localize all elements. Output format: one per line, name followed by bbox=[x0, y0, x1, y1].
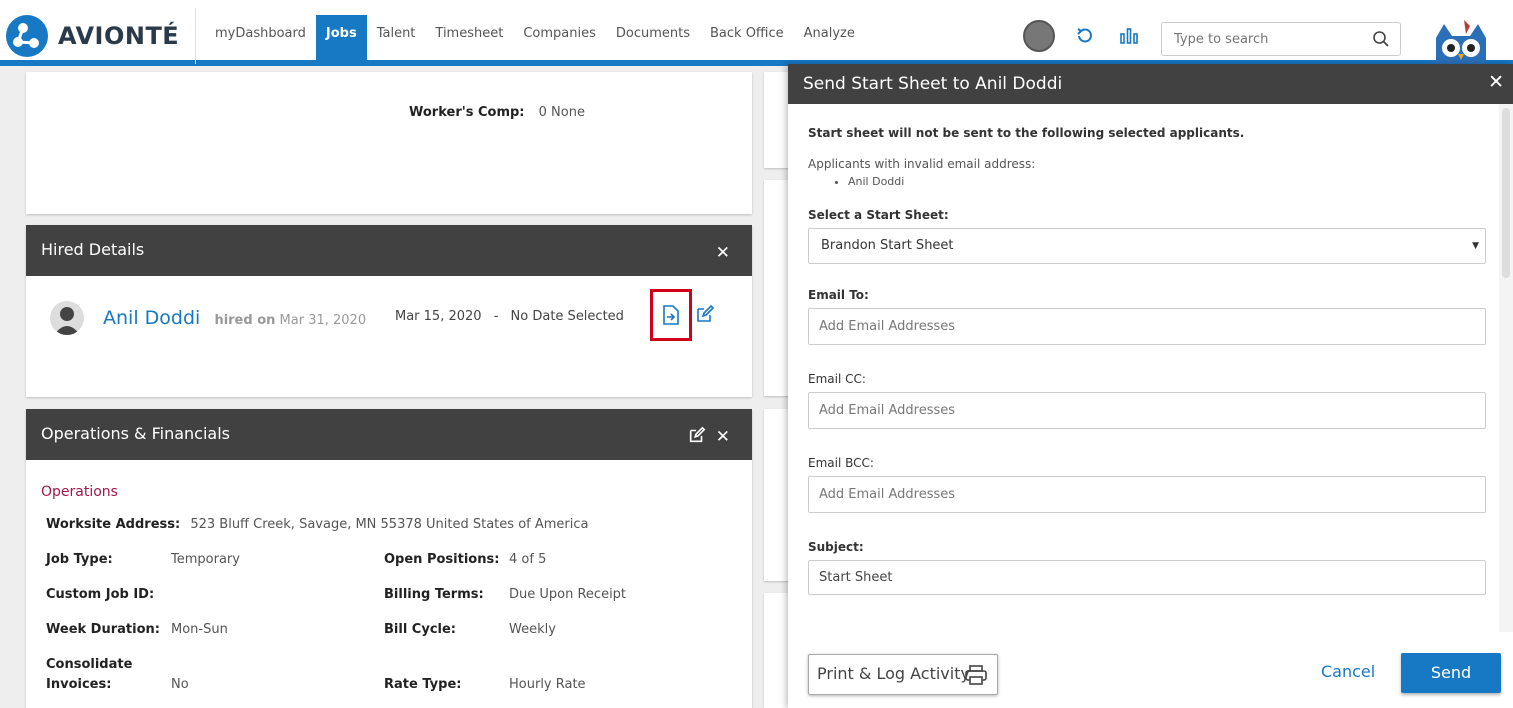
worksite-label: Worksite Address: bbox=[46, 517, 181, 532]
user-avatar[interactable] bbox=[1023, 20, 1055, 52]
email-cc-field[interactable]: Add Email Addresses bbox=[808, 392, 1486, 429]
close-icon[interactable]: ✕ bbox=[716, 243, 730, 263]
nav-item-back-office[interactable]: Back Office bbox=[700, 15, 794, 61]
email-bcc-field[interactable]: Add Email Addresses bbox=[808, 476, 1486, 513]
email-bcc-label: Email BCC: bbox=[808, 456, 874, 470]
consolidate-label-line1: Consolidate bbox=[46, 657, 133, 672]
print-button-label: Print & Log Activity bbox=[817, 664, 970, 683]
nav-item-mydashboard[interactable]: myDashboard bbox=[205, 15, 316, 61]
close-icon[interactable]: ✕ bbox=[1488, 71, 1504, 93]
subject-field[interactable]: Start Sheet bbox=[808, 560, 1486, 595]
search-input[interactable] bbox=[1162, 23, 1362, 55]
owl-mascot-icon[interactable] bbox=[1430, 18, 1492, 66]
main-nav: myDashboard Jobs Talent Timesheet Compan… bbox=[205, 15, 865, 61]
invalid-email-label: Applicants with invalid email address: bbox=[808, 157, 1036, 171]
bill-cycle-value: Weekly bbox=[509, 622, 556, 637]
rate-type-value: Hourly Rate bbox=[509, 677, 586, 692]
printer-icon bbox=[965, 665, 987, 689]
warning-text: Start sheet will not be sent to the foll… bbox=[808, 126, 1245, 140]
billing-terms-label: Billing Terms: bbox=[384, 587, 484, 602]
caret-down-icon: ▼ bbox=[1472, 241, 1479, 251]
select-start-sheet-label: Select a Start Sheet: bbox=[808, 208, 949, 222]
start-sheet-select[interactable]: Brandon Start Sheet ▼ bbox=[808, 228, 1486, 264]
nav-item-analyze[interactable]: Analyze bbox=[794, 15, 865, 61]
operations-header: Operations & Financials ✕ bbox=[26, 409, 752, 460]
date-separator: - bbox=[493, 309, 499, 324]
send-button[interactable]: Send bbox=[1401, 653, 1501, 693]
nav-item-talent[interactable]: Talent bbox=[367, 15, 426, 61]
open-positions-label: Open Positions: bbox=[384, 552, 500, 567]
modal-body: Start sheet will not be sent to the foll… bbox=[788, 104, 1499, 632]
hired-on-label: hired on bbox=[214, 313, 276, 328]
workers-comp-label: Worker's Comp: bbox=[409, 105, 525, 120]
search-icon[interactable] bbox=[1372, 30, 1390, 52]
nav-item-timesheet[interactable]: Timesheet bbox=[425, 15, 513, 61]
applicant-name-link[interactable]: Anil Doddi bbox=[103, 307, 200, 329]
brand-logo[interactable]: AVIONTÉ bbox=[6, 15, 179, 57]
custom-job-id-label: Custom Job ID: bbox=[46, 587, 155, 602]
end-date[interactable]: No Date Selected bbox=[511, 309, 624, 324]
operations-section-title: Operations bbox=[41, 484, 118, 500]
hired-on-date: Mar 31, 2020 bbox=[279, 313, 367, 328]
send-start-sheet-button[interactable] bbox=[650, 289, 692, 341]
list-item: Anil Doddi bbox=[848, 175, 1479, 188]
edit-icon[interactable] bbox=[695, 304, 715, 328]
week-duration-value: Mon-Sun bbox=[171, 622, 228, 637]
invalid-applicants-list: Anil Doddi bbox=[848, 175, 1479, 188]
job-type-label: Job Type: bbox=[46, 552, 113, 567]
edit-icon[interactable] bbox=[688, 426, 706, 448]
scrollbar-thumb[interactable] bbox=[1502, 108, 1510, 278]
worksite-value: 523 Bluff Creek, Savage, MN 55378 United… bbox=[190, 517, 589, 532]
nav-item-documents[interactable]: Documents bbox=[606, 15, 700, 61]
modal-scrollbar[interactable] bbox=[1499, 104, 1513, 632]
cancel-button[interactable]: Cancel bbox=[1321, 662, 1375, 681]
avionte-logo-icon bbox=[6, 15, 48, 57]
nav-item-jobs[interactable]: Jobs bbox=[315, 15, 367, 61]
consolidate-invoices-label: Consolidate Invoices: bbox=[46, 657, 132, 692]
start-sheet-selected: Brandon Start Sheet bbox=[821, 238, 954, 253]
subject-label: Subject: bbox=[808, 540, 864, 554]
send-start-sheet-modal: Send Start Sheet to Anil Doddi ✕ Start s… bbox=[788, 64, 1513, 708]
global-search[interactable] bbox=[1161, 22, 1401, 56]
hired-details-title: Hired Details bbox=[41, 240, 145, 259]
close-icon[interactable]: ✕ bbox=[716, 427, 730, 447]
operations-title: Operations & Financials bbox=[41, 424, 231, 443]
modal-header: Send Start Sheet to Anil Doddi ✕ bbox=[788, 64, 1513, 104]
modal-footer: Print & Log Activity Cancel Send bbox=[788, 632, 1513, 708]
modal-title: Send Start Sheet to Anil Doddi bbox=[803, 74, 1063, 94]
nav-divider bbox=[195, 8, 196, 64]
consolidate-invoices-value: No bbox=[171, 677, 189, 692]
week-duration-label: Week Duration: bbox=[46, 622, 160, 637]
hired-details-card: Hired Details ✕ Anil Doddi hired on Mar … bbox=[26, 225, 752, 397]
nav-item-companies[interactable]: Companies bbox=[513, 15, 606, 61]
hired-details-header: Hired Details ✕ bbox=[26, 225, 752, 276]
rate-type-label: Rate Type: bbox=[384, 677, 462, 692]
start-date[interactable]: Mar 15, 2020 bbox=[395, 309, 482, 324]
email-to-label: Email To: bbox=[808, 288, 869, 302]
brand-name: AVIONTÉ bbox=[58, 22, 180, 50]
consolidate-label-line2: Invoices: bbox=[46, 677, 112, 692]
billing-terms-value: Due Upon Receipt bbox=[509, 587, 627, 602]
analytics-bar-icon[interactable] bbox=[1119, 26, 1139, 51]
refresh-icon[interactable] bbox=[1075, 26, 1095, 51]
email-to-field[interactable]: Add Email Addresses bbox=[808, 308, 1486, 345]
applicant-avatar bbox=[50, 301, 84, 335]
top-navbar: AVIONTÉ myDashboard Jobs Talent Timeshee… bbox=[0, 0, 1513, 66]
operations-financials-card: Operations & Financials ✕ Operations Wor… bbox=[26, 409, 752, 708]
open-positions-value: 4 of 5 bbox=[509, 552, 547, 567]
workers-comp-value: 0 None bbox=[538, 105, 585, 120]
job-type-value: Temporary bbox=[171, 552, 240, 567]
job-details-card: Worker's Comp: 0 None bbox=[26, 72, 752, 214]
email-cc-label: Email CC: bbox=[808, 372, 866, 386]
print-log-activity-button[interactable]: Print & Log Activity bbox=[808, 654, 998, 695]
bill-cycle-label: Bill Cycle: bbox=[384, 622, 456, 637]
